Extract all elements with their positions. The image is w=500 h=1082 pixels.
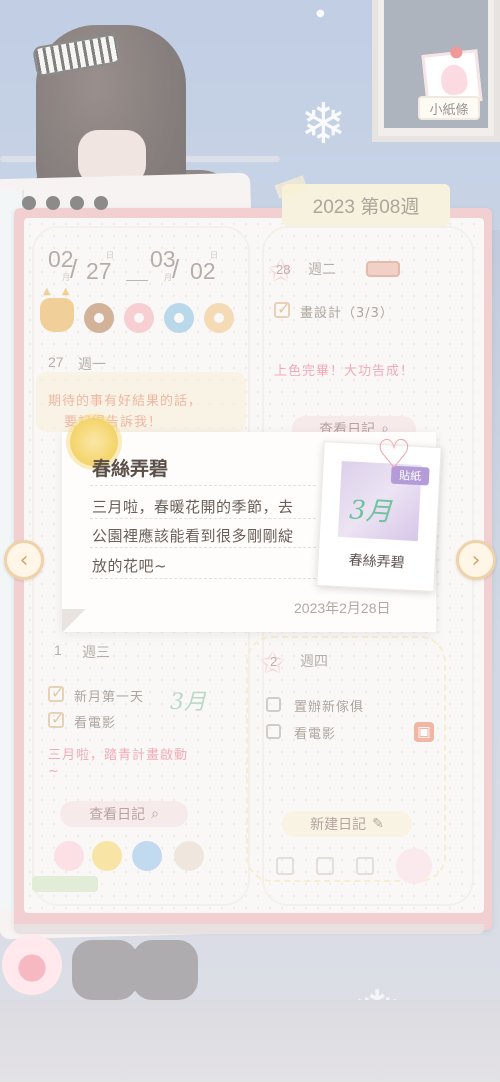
- spring-sticker-icon: 3月: [170, 690, 206, 715]
- view-diary-label: 查看日記: [89, 807, 146, 823]
- task-checkbox[interactable]: [266, 697, 281, 712]
- day-2-number: 2: [270, 654, 278, 669]
- ring: [46, 196, 60, 210]
- slot-box[interactable]: [316, 857, 334, 875]
- popup-body-line: 放的花吧~: [92, 557, 168, 575]
- popup-body-line: 公園裡應該能看到很多剛剛綻: [92, 527, 294, 545]
- day-2-weekday: 週四: [300, 653, 328, 669]
- ring: [70, 196, 84, 210]
- month-unit: 月: [164, 273, 172, 282]
- cat-sticker-icon: [40, 286, 74, 332]
- week-label: 2023 第08週: [312, 196, 420, 218]
- popup-date: 2023年2月28日: [294, 600, 391, 616]
- task-label: 看電影: [74, 716, 117, 731]
- slash: /: [172, 254, 180, 284]
- task-label: 置辦新傢俱: [294, 700, 365, 715]
- day-1-weekday: 週三: [82, 644, 110, 660]
- divider: [90, 518, 316, 519]
- chevron-left-icon: ‹: [19, 547, 29, 573]
- divider: [90, 578, 316, 579]
- pencil-icon: ✎: [372, 816, 384, 832]
- day-27-number: 27: [48, 354, 64, 370]
- pin-icon: [449, 45, 463, 59]
- portrait-image: [439, 63, 469, 97]
- grass-sticker: [32, 876, 98, 892]
- spring-sticker-icon: 3月: [348, 495, 393, 528]
- task-checkbox[interactable]: [274, 299, 290, 318]
- donut-icon: [84, 303, 114, 333]
- task-checkbox[interactable]: [48, 683, 64, 702]
- next-page-button[interactable]: ›: [456, 540, 496, 580]
- task-checkbox[interactable]: [266, 724, 281, 739]
- bacon-sticker-icon: [366, 261, 400, 277]
- range-arrow: [126, 280, 148, 281]
- end-day: 02: [190, 258, 216, 284]
- snowflake-icon: ❄: [300, 92, 347, 157]
- task-checkbox[interactable]: [48, 709, 64, 728]
- note-chip-label[interactable]: 小紙條: [418, 96, 480, 120]
- day-27-weekday: 週一: [78, 356, 106, 372]
- sticker-caption: 春絲弄碧: [348, 552, 405, 572]
- popup-title: 春絲弄碧: [92, 459, 169, 480]
- binder-rings: [0, 180, 160, 220]
- start-day: 27: [86, 258, 112, 284]
- donut-icon: [124, 303, 154, 333]
- day-28-weekday: 週二: [308, 261, 336, 277]
- week-tab: 2023 第08週: [274, 175, 450, 226]
- gift-icon[interactable]: ▣: [414, 722, 434, 742]
- prev-page-button[interactable]: ‹: [4, 540, 44, 580]
- character-leg: [132, 940, 198, 1000]
- day-unit: 日: [106, 251, 114, 260]
- donut-icon: [164, 303, 194, 333]
- page-fold: [62, 609, 86, 633]
- month-unit: 月: [62, 273, 70, 282]
- note-line: 三月啦，踏青計畫啟動: [48, 748, 189, 763]
- task-label: 看電影: [294, 727, 337, 742]
- note-line: 期待的事有好結果的話，: [48, 394, 203, 409]
- chevron-right-icon: ›: [471, 547, 481, 573]
- divider: [90, 485, 316, 486]
- sun-icon: [92, 841, 122, 871]
- snow-dot: ●: [316, 8, 325, 19]
- slot-box[interactable]: [356, 857, 374, 875]
- day-unit: 日: [210, 251, 218, 260]
- note-line: ~: [48, 764, 60, 779]
- view-diary-button[interactable]: 查看日記 ⌕: [60, 801, 188, 827]
- paw-charm-icon: [2, 935, 62, 995]
- day-28-number: 28: [276, 262, 291, 277]
- day-1-number: 1: [54, 642, 62, 658]
- mood-icon: [54, 841, 84, 871]
- notebook-edge: [14, 924, 484, 934]
- weather-icon: [132, 841, 162, 871]
- search-icon: ⌕: [151, 806, 159, 822]
- task-label: 畫設計（3/3）: [300, 306, 394, 321]
- new-diary-button[interactable]: 新建日記 ✎: [282, 811, 412, 837]
- floor: [0, 1000, 500, 1082]
- character-leg: [72, 940, 138, 1000]
- outfit-icon: [174, 841, 204, 871]
- popup-body-line: 三月啦，春暖花開的季節，去: [92, 498, 294, 516]
- mood-slot-icon[interactable]: [396, 848, 432, 884]
- new-diary-label: 新建日記: [310, 817, 367, 833]
- note-line: 上色完畢！大功告成！: [274, 364, 415, 379]
- ring: [94, 196, 108, 210]
- ring: [22, 196, 36, 210]
- divider: [90, 547, 316, 548]
- task-label: 新月第一天: [74, 690, 145, 705]
- slash: /: [70, 254, 78, 284]
- heart-icon: ♡: [376, 432, 412, 478]
- slot-box[interactable]: [276, 857, 294, 875]
- donut-icon: [204, 303, 234, 333]
